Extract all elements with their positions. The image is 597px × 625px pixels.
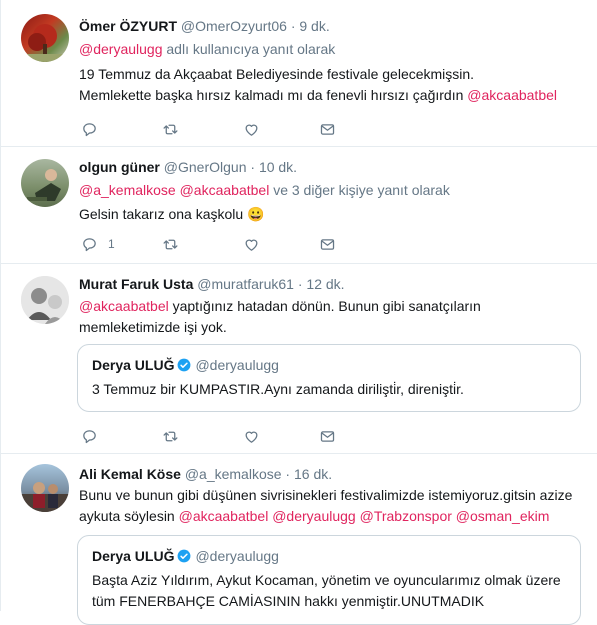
tweet-text-line: memleketimizde işi yok. <box>79 319 227 335</box>
quoted-tweet-header: Derya ULUĞ @deryaulugg <box>92 548 279 564</box>
display-name[interactable]: Murat Faruk Usta <box>79 276 193 292</box>
tweet[interactable]: Murat Faruk Usta @muratfaruk61 · 12 dk. … <box>1 264 597 454</box>
like-icon <box>245 239 258 251</box>
like-button[interactable] <box>243 119 260 139</box>
like-button[interactable] <box>243 234 260 254</box>
reply-button[interactable] <box>81 119 98 139</box>
message-icon <box>320 123 335 135</box>
separator: · <box>250 159 256 175</box>
tweet[interactable]: olgun güner @GnerOlgun · 10 dk. @a_kemal… <box>1 147 597 264</box>
tweet-header: Murat Faruk Usta @muratfaruk61 · 12 dk. <box>79 276 345 292</box>
avatar[interactable] <box>21 14 69 62</box>
mention-link[interactable]: @akcaabatbel <box>467 87 557 103</box>
quoted-tweet-text: 3 Temmuz bir KUMPASTIR.Aynı zamanda diri… <box>92 381 464 397</box>
tweet-header: Ali Kemal Köse @a_kemalkose · 16 dk. <box>79 466 332 482</box>
mention-link[interactable]: @osman_ekim <box>456 508 550 524</box>
reply-count: 1 <box>108 237 115 251</box>
retweet-icon <box>163 431 178 441</box>
tweet-text-line: 19 Temmuz da Akçaabat Belediyesinde fest… <box>79 66 475 82</box>
tweet-text: Bunu ve bunun gibi düşünen sivrisinekler… <box>79 485 579 527</box>
display-name[interactable]: Ali Kemal Köse <box>79 466 181 482</box>
verified-icon <box>178 358 191 372</box>
tweet-text-line: aykuta söylesin @akcaabatbel @deryaulugg… <box>79 506 579 527</box>
display-name[interactable]: olgun güner <box>79 159 160 175</box>
reply-icon <box>83 122 96 136</box>
reply-icon <box>83 429 96 443</box>
tweet-text-line: @akcaabatbel yaptığınız hatadan dönün. B… <box>79 296 579 317</box>
quoted-tweet[interactable]: Derya ULUĞ @deryaulugg 3 Temmuz bir KUMPA… <box>77 344 581 412</box>
separator: · <box>285 466 291 482</box>
tweet-text-segment: Memlekette başka hırsız kalmadı mı da fe… <box>79 87 468 103</box>
separator: · <box>290 18 296 34</box>
reply-button[interactable]: 1 <box>81 234 115 254</box>
quoted-user-handle: @deryaulugg <box>195 357 279 373</box>
tweet-text-line: Bunu ve bunun gibi düşünen sivrisinekler… <box>79 487 573 503</box>
timestamp[interactable]: 10 dk. <box>259 159 297 175</box>
timestamp[interactable]: 16 dk. <box>294 466 332 482</box>
quoted-tweet-line: Başta Aziz Yıldırım, Aykut Kocaman, yöne… <box>92 572 561 588</box>
tweet-text-line: Memlekette başka hırsız kalmadı mı da fe… <box>79 85 579 106</box>
retweet-icon <box>163 124 178 134</box>
avatar[interactable] <box>21 276 69 324</box>
timestamp[interactable]: 12 dk. <box>306 276 344 292</box>
mention-link[interactable]: @Trabzonspor <box>360 508 452 524</box>
retweet-icon <box>163 239 178 249</box>
tweet-text: 19 Temmuz da Akçaabat Belediyesinde fest… <box>79 64 579 106</box>
reply-icon <box>83 237 96 251</box>
quoted-display-name: Derya ULUĞ <box>92 548 175 564</box>
timeline-feed: Ömer ÖZYURT @OmerOzyurt06 · 9 dk. @derya… <box>0 0 597 625</box>
reply-context: @a_kemalkose @akcaabatbel ve 3 diğer kiş… <box>79 182 450 198</box>
mention-link[interactable]: @deryaulugg <box>79 41 163 57</box>
user-handle[interactable]: @a_kemalkose <box>185 466 282 482</box>
mention-link[interactable]: @a_kemalkose <box>79 182 176 198</box>
mention-link[interactable]: @akcaabatbel <box>180 182 270 198</box>
reply-context: @deryaulugg adlı kullanıcıya yanıt olara… <box>79 41 335 57</box>
mention-link[interactable]: @deryaulugg <box>272 508 356 524</box>
mention-link[interactable]: @akcaabatbel <box>179 508 269 524</box>
tweet-text-segment: yaptığınız hatadan dönün. Bunun gibi san… <box>168 298 481 314</box>
display-name[interactable]: Ömer ÖZYURT <box>79 18 177 34</box>
verified-icon <box>178 549 191 563</box>
retweet-button[interactable] <box>162 234 179 254</box>
tweet-text-segment: Gelsin takarız ona kaşkolu <box>79 206 248 222</box>
retweet-button[interactable] <box>162 426 179 446</box>
tweet-header: olgun güner @GnerOlgun · 10 dk. <box>79 159 297 175</box>
quoted-tweet-line: tüm FENERBAHÇE CAMİASININ hakkı yenmişti… <box>92 593 485 609</box>
tweet-text: @akcaabatbel yaptığınız hatadan dönün. B… <box>79 296 579 338</box>
user-handle[interactable]: @OmerOzyurt06 <box>181 18 287 34</box>
tweet-header: Ömer ÖZYURT @OmerOzyurt06 · 9 dk. <box>79 18 330 34</box>
quoted-user-handle: @deryaulugg <box>195 548 279 564</box>
reply-suffix: ve 3 diğer kişiye yanıt olarak <box>269 182 450 198</box>
tweet-actions: 1 <box>79 234 559 254</box>
quoted-tweet-header: Derya ULUĞ @deryaulugg <box>92 357 279 373</box>
retweet-button[interactable] <box>162 119 179 139</box>
tweet[interactable]: Ömer ÖZYURT @OmerOzyurt06 · 9 dk. @derya… <box>1 0 597 147</box>
tweet-text-segment: aykuta söylesin <box>79 508 179 524</box>
message-button[interactable] <box>319 234 336 254</box>
quoted-tweet[interactable]: Derya ULUĞ @deryaulugg Başta Aziz Yıldırı… <box>77 535 581 625</box>
like-icon <box>245 124 258 136</box>
user-handle[interactable]: @GnerOlgun <box>164 159 247 175</box>
timestamp[interactable]: 9 dk. <box>299 18 329 34</box>
message-icon <box>320 430 335 442</box>
message-button[interactable] <box>319 119 336 139</box>
reply-suffix: adlı kullanıcıya yanıt olarak <box>162 41 336 57</box>
like-button[interactable] <box>243 426 260 446</box>
tweet[interactable]: Ali Kemal Köse @a_kemalkose · 16 dk. Bun… <box>1 454 597 625</box>
like-icon <box>245 431 258 443</box>
avatar[interactable] <box>21 464 69 512</box>
user-handle[interactable]: @muratfaruk61 <box>197 276 294 292</box>
separator: · <box>297 276 303 292</box>
tweet-actions <box>79 426 559 446</box>
reply-button[interactable] <box>81 426 98 446</box>
avatar[interactable] <box>21 159 69 207</box>
grinning-emoji: 😀 <box>247 206 265 222</box>
message-icon <box>320 238 335 250</box>
tweet-text: Gelsin takarız ona kaşkolu 😀 <box>79 204 579 225</box>
quoted-tweet-text: Başta Aziz Yıldırım, Aykut Kocaman, yöne… <box>92 570 568 612</box>
message-button[interactable] <box>319 426 336 446</box>
mention-link[interactable]: @akcaabatbel <box>79 298 169 314</box>
quoted-display-name: Derya ULUĞ <box>92 357 175 373</box>
tweet-actions <box>79 119 559 139</box>
